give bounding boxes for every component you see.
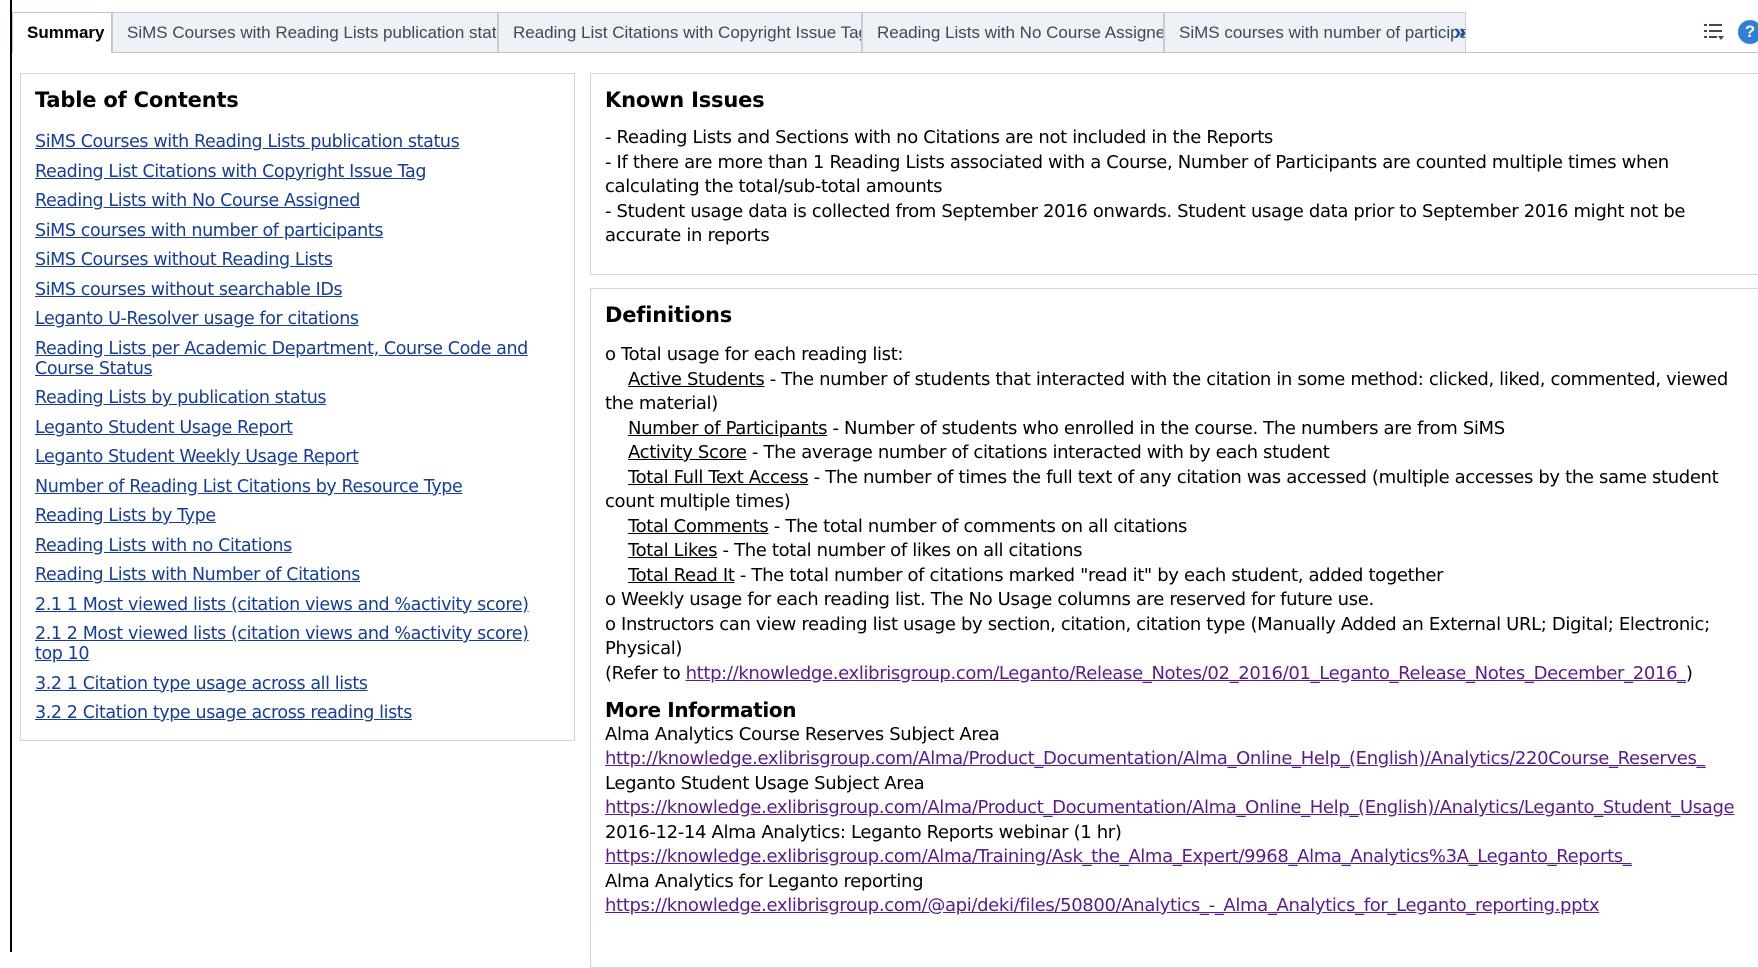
toc-link[interactable]: Reading Lists per Academic Department, C… <box>35 339 560 379</box>
definition-term: Total Full Text Access <box>628 466 809 488</box>
tab-bar: Summary SiMS Courses with Reading Lists … <box>12 12 1758 53</box>
more-info-link[interactable]: https://knowledge.exlibrisgroup.com/Alma… <box>605 845 1755 870</box>
known-issue-line: - If there are more than 1 Reading Lists… <box>605 151 1669 198</box>
weekly-usage-text: o Weekly usage for each reading list. Th… <box>605 589 1374 610</box>
refer-line: (Refer to http://knowledge.exlibrisgroup… <box>605 662 1755 687</box>
definition-description: - Number of students who enrolled in the… <box>827 417 1506 439</box>
toc-link[interactable]: 2.1 2 Most viewed lists (citation views … <box>35 624 560 664</box>
definition-description: - The total number of likes on all citat… <box>717 540 1083 561</box>
known-issue-line: - Reading Lists and Sections with no Cit… <box>605 127 1273 148</box>
tab-sims-courses-publication-status[interactable]: SiMS Courses with Reading Lists publicat… <box>112 12 498 52</box>
definition-term: Total Comments <box>628 515 769 537</box>
refer-prefix: (Refer to <box>605 662 686 684</box>
release-notes-link[interactable]: http://knowledge.exlibrisgroup.com/Legan… <box>686 663 1687 684</box>
toc-link[interactable]: Reading List Citations with Copyright Is… <box>35 162 560 182</box>
toc-link[interactable]: Number of Reading List Citations by Reso… <box>35 477 560 497</box>
more-information-title: More Information <box>605 698 797 722</box>
more-info-label: Alma Analytics Course Reserves Subject A… <box>605 723 1000 745</box>
more-info-label: Alma Analytics for Leganto reporting <box>605 870 924 892</box>
known-issues-body: - Reading Lists and Sections with no Cit… <box>605 126 1755 249</box>
more-info-label: 2016-12-14 Alma Analytics: Leganto Repor… <box>605 821 1122 843</box>
list-options-icon[interactable] <box>1702 21 1726 43</box>
toc-link[interactable]: Leganto U-Resolver usage for citations <box>35 309 560 329</box>
toc-link[interactable]: SiMS Courses without Reading Lists <box>35 250 560 270</box>
window-frame-edge <box>10 0 12 952</box>
toc-link[interactable]: 2.1 1 Most viewed lists (citation views … <box>35 595 560 615</box>
definitions-panel: Definitions o Total usage for each readi… <box>590 288 1758 968</box>
definition-item: Total Likes - The total number of likes … <box>605 539 1755 564</box>
toc-link[interactable]: Leganto Student Usage Report <box>35 418 560 438</box>
definitions-body: o Total usage for each reading list: Act… <box>605 343 1755 919</box>
tab-sims-courses-participants[interactable]: SiMS courses with number of participants <box>1164 12 1466 52</box>
definition-item: Active Students - The number of students… <box>605 368 1755 417</box>
toc-link[interactable]: Reading Lists by Type <box>35 506 560 526</box>
tab-overflow-button[interactable]: » <box>1454 12 1466 52</box>
toc-link[interactable]: Reading Lists with Number of Citations <box>35 565 560 585</box>
definition-description: - The total number of comments on all ci… <box>768 515 1188 537</box>
toc-link-list: SiMS Courses with Reading Lists publicat… <box>35 132 560 723</box>
tab-reading-lists-no-course[interactable]: Reading Lists with No Course Assigned <box>862 12 1164 52</box>
definition-item: Total Comments - The total number of com… <box>605 515 1755 540</box>
refer-suffix: ) <box>1685 662 1693 684</box>
table-of-contents-panel: Table of Contents SiMS Courses with Read… <box>20 73 575 741</box>
more-info-label: Leganto Student Usage Subject Area <box>605 772 925 794</box>
toc-link[interactable]: Reading Lists with no Citations <box>35 536 560 556</box>
more-info-link[interactable]: https://knowledge.exlibrisgroup.com/@api… <box>605 894 1755 919</box>
definition-description: - The total number of citations marked "… <box>734 564 1444 586</box>
toc-link[interactable]: 3.2 1 Citation type usage across all lis… <box>35 674 560 694</box>
more-information-list: Alma Analytics Course Reserves Subject A… <box>605 723 1755 919</box>
definition-description: - The average number of citations intera… <box>746 442 1330 463</box>
toc-link[interactable]: Leganto Student Weekly Usage Report <box>35 447 560 467</box>
toc-link[interactable]: SiMS courses with number of participants <box>35 221 560 241</box>
total-usage-heading: o Total usage for each reading list: <box>605 344 904 365</box>
known-issues-panel: Known Issues - Reading Lists and Section… <box>590 73 1758 275</box>
toc-link[interactable]: Reading Lists by publication status <box>35 388 560 408</box>
definition-term: Total Likes <box>628 540 718 561</box>
more-info-link[interactable]: http://knowledge.exlibrisgroup.com/Alma/… <box>605 747 1755 772</box>
definition-term: Active Students <box>628 368 765 390</box>
definition-term: Total Read It <box>628 564 735 586</box>
definition-term-list: Active Students - The number of students… <box>605 368 1755 589</box>
definitions-title: Definitions <box>605 303 733 327</box>
definition-term: Activity Score <box>628 442 747 463</box>
toc-link[interactable]: Reading Lists with No Course Assigned <box>35 191 560 211</box>
definition-item: Activity Score - The average number of c… <box>605 441 1755 466</box>
definition-item: Total Full Text Access - The number of t… <box>605 466 1755 515</box>
toc-title: Table of Contents <box>35 88 239 112</box>
more-info-link[interactable]: https://knowledge.exlibrisgroup.com/Alma… <box>605 796 1755 821</box>
definition-item: Number of Participants - Number of stude… <box>605 417 1755 442</box>
help-icon[interactable]: ? <box>1738 20 1758 44</box>
definition-term: Number of Participants <box>628 417 828 439</box>
tab-summary[interactable]: Summary <box>12 12 112 53</box>
toc-link[interactable]: SiMS Courses with Reading Lists publicat… <box>35 132 560 152</box>
definition-item: Total Read It - The total number of cita… <box>605 564 1755 589</box>
definition-description: - The number of students that interacted… <box>605 368 1728 415</box>
known-issues-title: Known Issues <box>605 88 765 112</box>
tab-citations-copyright-issue[interactable]: Reading List Citations with Copyright Is… <box>498 12 862 52</box>
instructors-text: o Instructors can view reading list usag… <box>605 613 1710 660</box>
known-issue-line: - Student usage data is collected from S… <box>605 200 1686 247</box>
toc-link[interactable]: SiMS courses without searchable IDs <box>35 280 560 300</box>
toc-link[interactable]: 3.2 2 Citation type usage across reading… <box>35 703 560 723</box>
